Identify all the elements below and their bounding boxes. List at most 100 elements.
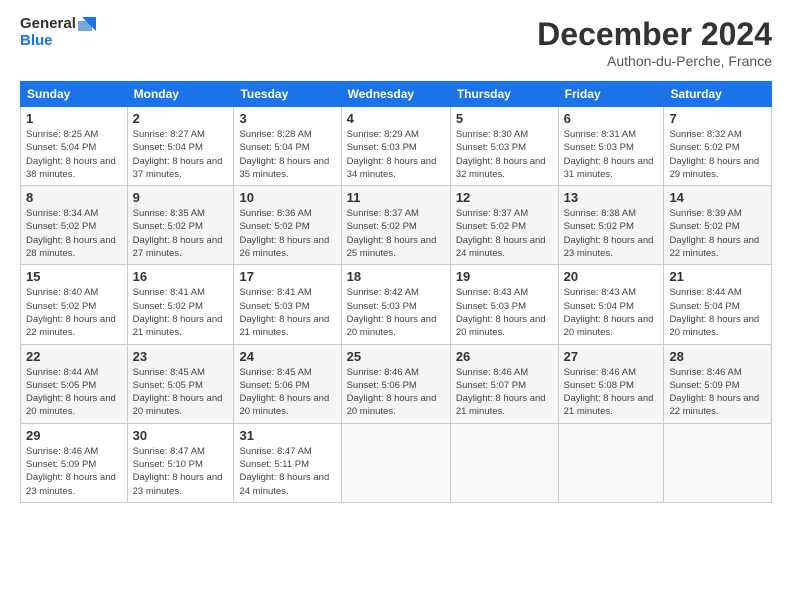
day-cell: 28 Sunrise: 8:46 AM Sunset: 5:09 PM Dayl… (664, 344, 772, 423)
day-number: 29 (26, 428, 122, 443)
day-cell: 19 Sunrise: 8:43 AM Sunset: 5:03 PM Dayl… (450, 265, 558, 344)
day-cell: 14 Sunrise: 8:39 AM Sunset: 5:02 PM Dayl… (664, 186, 772, 265)
col-header-sunday: Sunday (21, 82, 128, 107)
day-cell: 26 Sunrise: 8:46 AM Sunset: 5:07 PM Dayl… (450, 344, 558, 423)
day-info: Sunrise: 8:28 AM Sunset: 5:04 PM Dayligh… (239, 128, 335, 181)
day-cell: 6 Sunrise: 8:31 AM Sunset: 5:03 PM Dayli… (558, 107, 664, 186)
day-cell: 21 Sunrise: 8:44 AM Sunset: 5:04 PM Dayl… (664, 265, 772, 344)
day-info: Sunrise: 8:30 AM Sunset: 5:03 PM Dayligh… (456, 128, 553, 181)
day-info: Sunrise: 8:46 AM Sunset: 5:06 PM Dayligh… (347, 366, 445, 419)
day-cell: 31 Sunrise: 8:47 AM Sunset: 5:11 PM Dayl… (234, 423, 341, 502)
day-cell: 12 Sunrise: 8:37 AM Sunset: 5:02 PM Dayl… (450, 186, 558, 265)
calendar-header-row: SundayMondayTuesdayWednesdayThursdayFrid… (21, 82, 772, 107)
day-cell: 9 Sunrise: 8:35 AM Sunset: 5:02 PM Dayli… (127, 186, 234, 265)
day-cell: 2 Sunrise: 8:27 AM Sunset: 5:04 PM Dayli… (127, 107, 234, 186)
day-cell: 25 Sunrise: 8:46 AM Sunset: 5:06 PM Dayl… (341, 344, 450, 423)
day-number: 4 (347, 111, 445, 126)
logo: General Blue (20, 16, 96, 49)
day-cell: 15 Sunrise: 8:40 AM Sunset: 5:02 PM Dayl… (21, 265, 128, 344)
day-number: 17 (239, 269, 335, 284)
page: General Blue December 2024 Authon-du-Per… (0, 0, 792, 519)
day-info: Sunrise: 8:34 AM Sunset: 5:02 PM Dayligh… (26, 207, 122, 260)
day-info: Sunrise: 8:41 AM Sunset: 5:03 PM Dayligh… (239, 286, 335, 339)
day-number: 11 (347, 190, 445, 205)
day-cell: 27 Sunrise: 8:46 AM Sunset: 5:08 PM Dayl… (558, 344, 664, 423)
day-cell: 5 Sunrise: 8:30 AM Sunset: 5:03 PM Dayli… (450, 107, 558, 186)
day-cell: 11 Sunrise: 8:37 AM Sunset: 5:02 PM Dayl… (341, 186, 450, 265)
day-info: Sunrise: 8:37 AM Sunset: 5:02 PM Dayligh… (456, 207, 553, 260)
day-info: Sunrise: 8:36 AM Sunset: 5:02 PM Dayligh… (239, 207, 335, 260)
col-header-tuesday: Tuesday (234, 82, 341, 107)
day-cell: 16 Sunrise: 8:41 AM Sunset: 5:02 PM Dayl… (127, 265, 234, 344)
day-info: Sunrise: 8:41 AM Sunset: 5:02 PM Dayligh… (133, 286, 229, 339)
week-row-3: 15 Sunrise: 8:40 AM Sunset: 5:02 PM Dayl… (21, 265, 772, 344)
day-cell: 22 Sunrise: 8:44 AM Sunset: 5:05 PM Dayl… (21, 344, 128, 423)
day-info: Sunrise: 8:43 AM Sunset: 5:04 PM Dayligh… (564, 286, 659, 339)
day-info: Sunrise: 8:44 AM Sunset: 5:05 PM Dayligh… (26, 366, 122, 419)
day-info: Sunrise: 8:46 AM Sunset: 5:09 PM Dayligh… (26, 445, 122, 498)
day-info: Sunrise: 8:46 AM Sunset: 5:07 PM Dayligh… (456, 366, 553, 419)
day-cell (341, 423, 450, 502)
day-cell: 1 Sunrise: 8:25 AM Sunset: 5:04 PM Dayli… (21, 107, 128, 186)
day-number: 19 (456, 269, 553, 284)
day-number: 25 (347, 349, 445, 364)
day-number: 28 (669, 349, 766, 364)
day-cell: 17 Sunrise: 8:41 AM Sunset: 5:03 PM Dayl… (234, 265, 341, 344)
day-info: Sunrise: 8:38 AM Sunset: 5:02 PM Dayligh… (564, 207, 659, 260)
day-number: 22 (26, 349, 122, 364)
day-cell (664, 423, 772, 502)
day-number: 8 (26, 190, 122, 205)
day-number: 14 (669, 190, 766, 205)
day-number: 23 (133, 349, 229, 364)
day-cell: 30 Sunrise: 8:47 AM Sunset: 5:10 PM Dayl… (127, 423, 234, 502)
day-cell: 29 Sunrise: 8:46 AM Sunset: 5:09 PM Dayl… (21, 423, 128, 502)
day-cell: 3 Sunrise: 8:28 AM Sunset: 5:04 PM Dayli… (234, 107, 341, 186)
day-cell: 24 Sunrise: 8:45 AM Sunset: 5:06 PM Dayl… (234, 344, 341, 423)
month-title: December 2024 (537, 16, 772, 53)
week-row-1: 1 Sunrise: 8:25 AM Sunset: 5:04 PM Dayli… (21, 107, 772, 186)
day-cell: 10 Sunrise: 8:36 AM Sunset: 5:02 PM Dayl… (234, 186, 341, 265)
day-info: Sunrise: 8:39 AM Sunset: 5:02 PM Dayligh… (669, 207, 766, 260)
day-info: Sunrise: 8:45 AM Sunset: 5:05 PM Dayligh… (133, 366, 229, 419)
day-number: 13 (564, 190, 659, 205)
day-info: Sunrise: 8:42 AM Sunset: 5:03 PM Dayligh… (347, 286, 445, 339)
day-cell: 23 Sunrise: 8:45 AM Sunset: 5:05 PM Dayl… (127, 344, 234, 423)
calendar-body: 1 Sunrise: 8:25 AM Sunset: 5:04 PM Dayli… (21, 107, 772, 503)
day-cell: 20 Sunrise: 8:43 AM Sunset: 5:04 PM Dayl… (558, 265, 664, 344)
day-cell (450, 423, 558, 502)
location: Authon-du-Perche, France (537, 53, 772, 69)
day-number: 3 (239, 111, 335, 126)
day-number: 10 (239, 190, 335, 205)
week-row-5: 29 Sunrise: 8:46 AM Sunset: 5:09 PM Dayl… (21, 423, 772, 502)
day-number: 31 (239, 428, 335, 443)
day-number: 27 (564, 349, 659, 364)
day-cell: 8 Sunrise: 8:34 AM Sunset: 5:02 PM Dayli… (21, 186, 128, 265)
day-info: Sunrise: 8:47 AM Sunset: 5:11 PM Dayligh… (239, 445, 335, 498)
col-header-thursday: Thursday (450, 82, 558, 107)
day-cell (558, 423, 664, 502)
day-number: 9 (133, 190, 229, 205)
week-row-2: 8 Sunrise: 8:34 AM Sunset: 5:02 PM Dayli… (21, 186, 772, 265)
day-number: 6 (564, 111, 659, 126)
day-number: 30 (133, 428, 229, 443)
col-header-wednesday: Wednesday (341, 82, 450, 107)
day-info: Sunrise: 8:43 AM Sunset: 5:03 PM Dayligh… (456, 286, 553, 339)
col-header-saturday: Saturday (664, 82, 772, 107)
day-info: Sunrise: 8:37 AM Sunset: 5:02 PM Dayligh… (347, 207, 445, 260)
day-info: Sunrise: 8:46 AM Sunset: 5:09 PM Dayligh… (669, 366, 766, 419)
day-number: 24 (239, 349, 335, 364)
title-block: December 2024 Authon-du-Perche, France (537, 16, 772, 69)
day-cell: 7 Sunrise: 8:32 AM Sunset: 5:02 PM Dayli… (664, 107, 772, 186)
day-number: 5 (456, 111, 553, 126)
day-info: Sunrise: 8:32 AM Sunset: 5:02 PM Dayligh… (669, 128, 766, 181)
col-header-friday: Friday (558, 82, 664, 107)
day-number: 15 (26, 269, 122, 284)
day-number: 26 (456, 349, 553, 364)
day-number: 2 (133, 111, 229, 126)
day-info: Sunrise: 8:47 AM Sunset: 5:10 PM Dayligh… (133, 445, 229, 498)
week-row-4: 22 Sunrise: 8:44 AM Sunset: 5:05 PM Dayl… (21, 344, 772, 423)
day-number: 12 (456, 190, 553, 205)
day-info: Sunrise: 8:44 AM Sunset: 5:04 PM Dayligh… (669, 286, 766, 339)
day-cell: 18 Sunrise: 8:42 AM Sunset: 5:03 PM Dayl… (341, 265, 450, 344)
day-number: 1 (26, 111, 122, 126)
